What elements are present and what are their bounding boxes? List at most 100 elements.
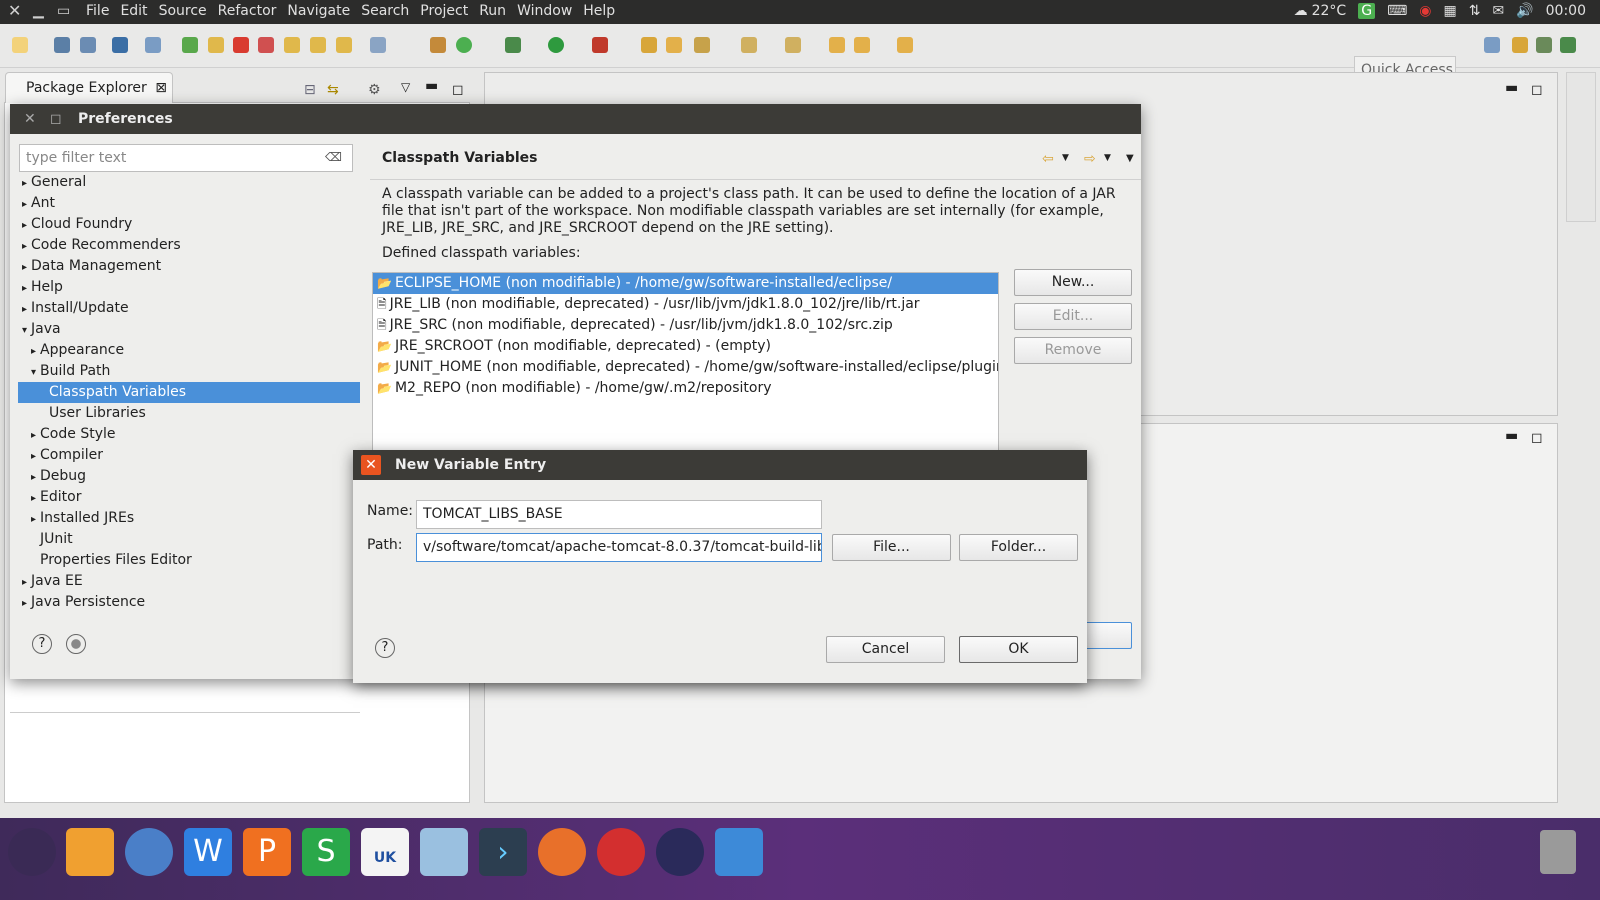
tree-item[interactable]: ▸ Code Recommenders: [18, 235, 360, 256]
tree-expander-icon[interactable]: ▸: [31, 346, 36, 357]
ubuntu-icon[interactable]: [8, 828, 56, 876]
open-type-icon[interactable]: [641, 37, 657, 53]
remove-button[interactable]: Remove: [1014, 337, 1132, 364]
firefox-icon[interactable]: [538, 828, 586, 876]
tree-expander-icon[interactable]: ▾: [31, 367, 36, 378]
cancel-button[interactable]: Cancel: [826, 636, 945, 663]
previous-annotation-icon[interactable]: [785, 37, 801, 53]
path-field[interactable]: v/software/tomcat/apache-tomcat-8.0.37/t…: [416, 533, 822, 562]
collapse-all-icon[interactable]: ⊟: [304, 82, 316, 98]
menu-project[interactable]: Project: [420, 3, 468, 19]
back-nav-icon[interactable]: ⇦: [1042, 151, 1054, 167]
variable-row[interactable]: 📂 JRE_SRCROOT (non modifiable, deprecated…: [373, 336, 998, 357]
dialog-close-icon[interactable]: ✕: [361, 455, 381, 475]
run-icon[interactable]: [548, 37, 564, 53]
tree-item[interactable]: ▸ Data Management: [18, 256, 360, 277]
tree-item[interactable]: ▸ Install/Update: [18, 298, 360, 319]
tree-item[interactable]: ▸ Installed JREs: [18, 508, 360, 529]
edit-button[interactable]: Edit...: [1014, 303, 1132, 330]
mail-icon[interactable]: ✉: [1492, 3, 1504, 19]
forward-history-dropdown-icon[interactable]: ▼: [1104, 153, 1111, 163]
terminal-view-icon[interactable]: [112, 37, 128, 53]
tree-expander-icon[interactable]: ▸: [31, 430, 36, 441]
step-into-icon[interactable]: [284, 37, 300, 53]
close-window-icon[interactable]: ✕: [8, 1, 21, 20]
package-explorer-tab[interactable]: Package Explorer ⊠: [5, 72, 173, 103]
menu-edit[interactable]: Edit: [120, 3, 147, 19]
view-dropdown-icon[interactable]: ▽: [401, 80, 410, 94]
bottom-maximize-icon[interactable]: ◻: [1531, 430, 1543, 446]
presentation-icon[interactable]: P: [243, 828, 291, 876]
files-icon[interactable]: [66, 828, 114, 876]
spreadsheet-icon[interactable]: S: [302, 828, 350, 876]
close-tab-icon[interactable]: ⊠: [155, 80, 167, 96]
editor-minimize-icon[interactable]: ▬: [1505, 80, 1518, 96]
tree-item[interactable]: ▾ Build Path: [18, 361, 360, 382]
tree-expander-icon[interactable]: ▸: [22, 577, 27, 588]
tree-item[interactable]: ▸ Help: [18, 277, 360, 298]
trash-icon[interactable]: [1540, 830, 1576, 874]
variable-row[interactable]: 📂 M2_REPO (non modifiable) - /home/gw/.m2…: [373, 378, 998, 399]
menu-file[interactable]: File: [86, 3, 109, 19]
tree-item[interactable]: User Libraries: [18, 403, 360, 424]
tree-expander-icon[interactable]: ▸: [22, 304, 27, 315]
link-editor-icon[interactable]: ⇆: [327, 82, 339, 98]
menu-run[interactable]: Run: [479, 3, 506, 19]
refresh-icon[interactable]: [456, 37, 472, 53]
weather-temp[interactable]: 22°C: [1312, 3, 1347, 19]
variable-row[interactable]: 📂 ECLIPSE_HOME (non modifiable) - /home/g…: [373, 273, 998, 294]
green-app-icon[interactable]: G: [1358, 3, 1376, 19]
close-icon[interactable]: ✕: [24, 104, 36, 134]
keyboard-icon[interactable]: ⌨: [1387, 3, 1407, 19]
tree-expander-icon[interactable]: ▸: [22, 199, 27, 210]
menu-help[interactable]: Help: [583, 3, 615, 19]
tree-expander-icon[interactable]: ▸: [22, 178, 27, 189]
disconnect-icon[interactable]: [258, 37, 274, 53]
eclipse-icon[interactable]: [656, 828, 704, 876]
debug-perspective-icon[interactable]: [1560, 37, 1576, 53]
menu-source[interactable]: Source: [159, 3, 207, 19]
maximize-view-icon[interactable]: ◻: [452, 82, 464, 98]
tree-item[interactable]: ▸ Java Persistence: [18, 592, 360, 613]
next-annotation-icon[interactable]: [741, 37, 757, 53]
folder-button[interactable]: Folder...: [959, 534, 1078, 561]
save-icon[interactable]: [54, 37, 70, 53]
back-history-dropdown-icon[interactable]: ▼: [1062, 153, 1069, 163]
classpath-variables-list[interactable]: 📂 ECLIPSE_HOME (non modifiable) - /home/g…: [372, 272, 999, 462]
uk-icon[interactable]: UK: [361, 828, 409, 876]
tree-item[interactable]: ▸ Editor: [18, 487, 360, 508]
weather-icon[interactable]: ☁: [1294, 3, 1308, 19]
variable-row[interactable]: 📂 JUNIT_HOME (non modifiable, deprecated)…: [373, 357, 998, 378]
tree-item[interactable]: ▸ General: [18, 172, 360, 193]
tree-expander-icon[interactable]: ▸: [22, 283, 27, 294]
filter-input[interactable]: type filter text ⌫: [19, 144, 353, 172]
tree-item[interactable]: ▸ Ant: [18, 193, 360, 214]
tree-expander-icon[interactable]: ▸: [22, 241, 27, 252]
skip-breakpoints-icon[interactable]: [145, 37, 161, 53]
calendar-icon[interactable]: ▦: [1444, 3, 1457, 19]
new-server-icon[interactable]: [430, 37, 446, 53]
tree-expander-icon[interactable]: ▸: [22, 598, 27, 609]
tree-item[interactable]: ▸ Java EE: [18, 571, 360, 592]
open-resource-icon[interactable]: [666, 37, 682, 53]
new-icon[interactable]: [12, 37, 28, 53]
name-field[interactable]: TOMCAT_LIBS_BASE: [416, 500, 822, 529]
tree-expander-icon[interactable]: ▸: [31, 493, 36, 504]
file-button[interactable]: File...: [832, 534, 951, 561]
help-icon[interactable]: ?: [32, 634, 52, 654]
tree-expander-icon[interactable]: ▸: [22, 220, 27, 231]
menu-window[interactable]: Window: [517, 3, 572, 19]
clear-filter-icon[interactable]: ⌫: [325, 150, 342, 164]
tree-item[interactable]: ▸ Debug: [18, 466, 360, 487]
page-menu-icon[interactable]: ▼: [1126, 153, 1134, 164]
tree-item[interactable]: ▸ Cloud Foundry: [18, 214, 360, 235]
java-perspective-icon[interactable]: [1536, 37, 1552, 53]
menu-navigate[interactable]: Navigate: [287, 3, 350, 19]
terminate-icon[interactable]: [233, 37, 249, 53]
volume-icon[interactable]: 🔊: [1516, 3, 1533, 19]
terminal-icon[interactable]: ›: [479, 828, 527, 876]
variable-row[interactable]: 🗎 JRE_SRC (non modifiable, deprecated) - …: [373, 315, 998, 336]
forward-nav-icon[interactable]: ⇨: [1084, 151, 1096, 167]
suspend-icon[interactable]: [208, 37, 224, 53]
tree-item[interactable]: ▾ Java: [18, 319, 360, 340]
